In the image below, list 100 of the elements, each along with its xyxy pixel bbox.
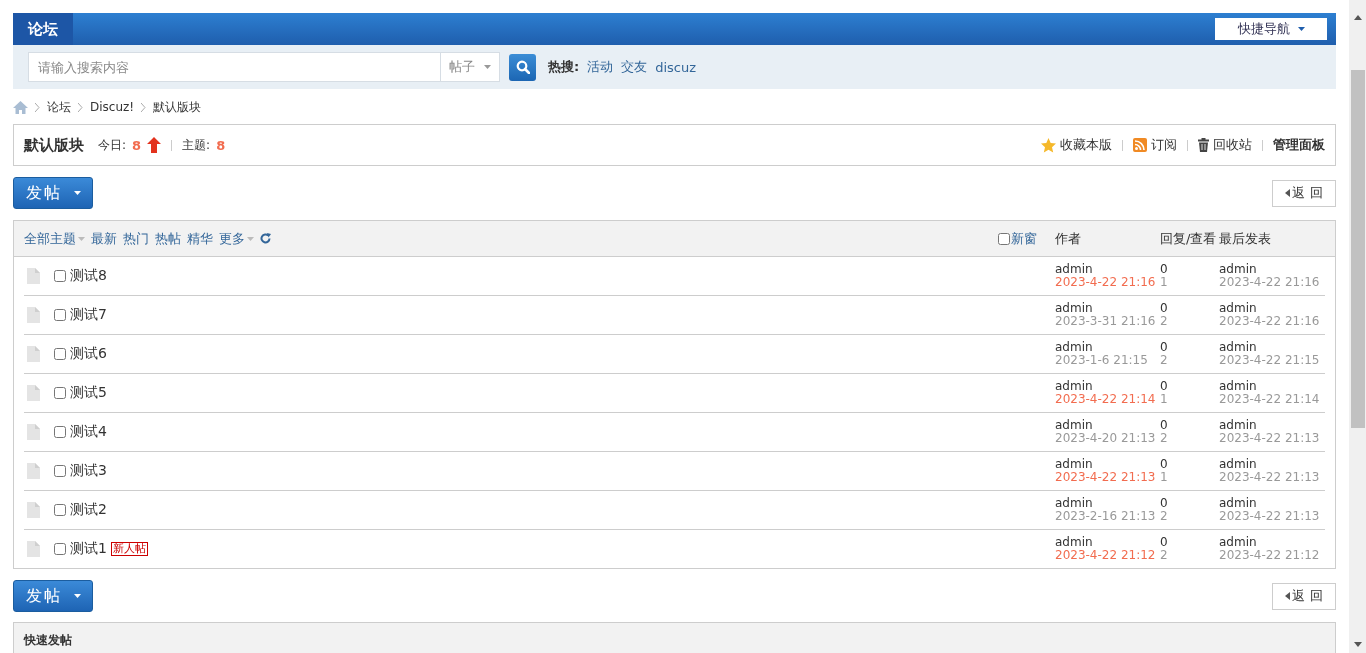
column-header: 作者: [1055, 230, 1081, 246]
last-poster-link[interactable]: admin: [1219, 341, 1325, 354]
thread-title-link[interactable]: 测试2: [70, 501, 107, 519]
author-link[interactable]: admin: [1055, 341, 1160, 354]
new-post-button[interactable]: 发帖: [13, 580, 93, 612]
thread-checkbox[interactable]: [54, 387, 66, 399]
quick-nav-button[interactable]: 快捷导航: [1215, 18, 1327, 40]
author-link[interactable]: admin: [1055, 380, 1160, 393]
thread-checkbox[interactable]: [54, 348, 66, 360]
thread-title-link[interactable]: 测试1: [70, 540, 107, 558]
forum-action-link[interactable]: 订阅: [1133, 136, 1177, 154]
post-date: 2023-4-20 21:13: [1055, 432, 1157, 445]
thread-title-link[interactable]: 测试8: [70, 267, 107, 285]
post-date: 2023-4-22 21:14: [1055, 393, 1157, 406]
scrollbar-thumb[interactable]: [1350, 70, 1365, 428]
thread-checkbox[interactable]: [54, 465, 66, 477]
forum-title: 默认版块: [24, 135, 84, 155]
rss-icon: [1133, 138, 1147, 152]
thread-title-link[interactable]: 测试4: [70, 423, 107, 441]
last-post-date: 2023-4-22 21:13: [1219, 510, 1321, 523]
last-poster-link[interactable]: admin: [1219, 419, 1325, 432]
hot-search-label: 热搜:: [548, 58, 580, 76]
thread-title-link[interactable]: 测试3: [70, 462, 107, 480]
chevron-icon: [35, 102, 40, 112]
trash-icon: [1198, 138, 1209, 152]
last-post-date: 2023-4-22 21:16: [1219, 315, 1321, 328]
thread-checkbox[interactable]: [54, 504, 66, 516]
hot-search-link[interactable]: 活动: [587, 58, 614, 76]
view-count: 1: [1160, 393, 1169, 406]
author-link[interactable]: admin: [1055, 458, 1160, 471]
search-icon: [515, 60, 530, 74]
up-arrow-icon: [1353, 15, 1362, 20]
thread-checkbox[interactable]: [54, 309, 66, 321]
breadcrumb-link[interactable]: 默认版块: [153, 98, 202, 116]
last-poster-link[interactable]: admin: [1219, 536, 1325, 549]
new-post-button[interactable]: 发帖: [13, 177, 93, 209]
author-link[interactable]: admin: [1055, 419, 1160, 432]
author-link[interactable]: admin: [1055, 263, 1160, 276]
document-icon: [24, 423, 42, 441]
last-post-date: 2023-4-22 21:12: [1219, 549, 1321, 562]
search-button[interactable]: [509, 53, 536, 81]
reply-count: 0: [1160, 419, 1169, 432]
thread-title-link[interactable]: 测试5: [70, 384, 107, 402]
view-count: 2: [1160, 315, 1169, 328]
reply-count: 0: [1160, 458, 1169, 471]
column-header: 最后发表: [1219, 230, 1271, 246]
filter-link[interactable]: 热帖: [155, 229, 181, 248]
view-count: 1: [1160, 471, 1169, 484]
reply-count: 0: [1160, 536, 1169, 549]
new-window-label[interactable]: 新窗: [1011, 229, 1037, 248]
nav-tab[interactable]: 论坛: [13, 13, 73, 45]
last-poster-link[interactable]: admin: [1219, 263, 1325, 276]
filter-link[interactable]: 最新: [91, 229, 117, 248]
forum-action-link[interactable]: 回收站: [1198, 136, 1252, 154]
post-date: 2023-4-22 21:12: [1055, 549, 1157, 562]
last-poster-link[interactable]: admin: [1219, 497, 1325, 510]
thread-checkbox[interactable]: [54, 426, 66, 438]
thread-checkbox[interactable]: [54, 543, 66, 555]
breadcrumb-link[interactable]: 论坛: [47, 98, 71, 116]
thread-checkbox[interactable]: [54, 270, 66, 282]
refresh-icon[interactable]: [260, 233, 271, 244]
thread-title-link[interactable]: 测试7: [70, 306, 107, 324]
breadcrumb-link[interactable]: Discuz!: [90, 100, 135, 114]
forum-action-link[interactable]: 管理面板: [1273, 136, 1325, 154]
filter-link[interactable]: 精华: [187, 229, 213, 248]
search-scope-dropdown[interactable]: 帖子: [440, 52, 500, 82]
today-label: 今日:: [98, 136, 127, 154]
left-triangle-icon: [1285, 189, 1291, 197]
author-link[interactable]: admin: [1055, 497, 1160, 510]
threads-label: 主题:: [182, 136, 211, 154]
view-count: 2: [1160, 549, 1169, 562]
author-link[interactable]: admin: [1055, 536, 1160, 549]
down-arrow-icon: [1353, 642, 1362, 647]
document-icon: [24, 306, 42, 324]
last-post-date: 2023-4-22 21:16: [1219, 276, 1321, 289]
last-poster-link[interactable]: admin: [1219, 302, 1325, 315]
filter-link[interactable]: 热门: [123, 229, 149, 248]
back-button[interactable]: 返 回: [1272, 179, 1336, 207]
last-post-date: 2023-4-22 21:13: [1219, 432, 1321, 445]
filter-link[interactable]: 全部主题: [24, 229, 85, 248]
reply-count: 0: [1160, 341, 1169, 354]
search-field[interactable]: 请输入搜索内容: [28, 52, 440, 82]
forum-action-link[interactable]: 收藏本版: [1041, 136, 1112, 154]
last-post-date: 2023-4-22 21:15: [1219, 354, 1321, 367]
last-post-date: 2023-4-22 21:13: [1219, 471, 1321, 484]
post-date: 2023-1-6 21:15: [1055, 354, 1149, 367]
reply-count: 0: [1160, 380, 1169, 393]
hot-search-link[interactable]: 交友: [621, 58, 648, 76]
document-icon: [24, 384, 42, 402]
hot-search-link[interactable]: discuz: [655, 59, 697, 75]
caret-icon: [73, 191, 81, 195]
last-poster-link[interactable]: admin: [1219, 380, 1325, 393]
caret-icon: [1297, 27, 1305, 31]
filter-link[interactable]: 更多: [219, 229, 254, 248]
author-link[interactable]: admin: [1055, 302, 1160, 315]
threads-count: 8: [216, 137, 226, 153]
thread-title-link[interactable]: 测试6: [70, 345, 107, 363]
back-button[interactable]: 返 回: [1272, 582, 1336, 610]
last-poster-link[interactable]: admin: [1219, 458, 1325, 471]
new-window-checkbox[interactable]: [998, 232, 1010, 245]
